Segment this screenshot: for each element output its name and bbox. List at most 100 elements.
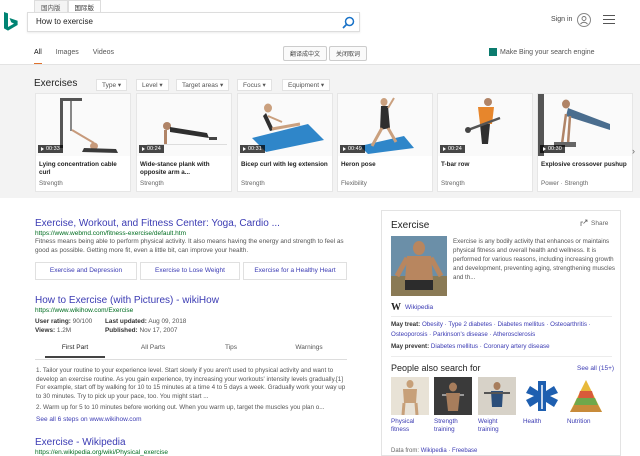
exercise-category: Strength [39,180,63,187]
result-snippet: Fitness means being able to perform phys… [35,238,344,254]
pas-see-all-link[interactable]: See all (15+) [577,365,614,372]
exercise-category: Flexibility [341,180,367,187]
views-meta: Views: 1.2M [35,327,72,334]
exercise-thumbnail: 00:30 [538,94,632,156]
filter-type[interactable]: Type [96,79,128,91]
result-url[interactable]: https://www.wikihow.com/Exercise [35,307,133,314]
kp-data-source: Data from: Wikipedia · Freebase [391,448,478,454]
pas-image [523,377,561,415]
video-duration: 00:33 [38,145,63,153]
bing-logo-icon[interactable] [3,12,19,34]
kp-source-label: Wikipedia [405,304,434,311]
exercise-card[interactable]: 00:24 T-bar row Strength [437,93,533,192]
hamburger-menu-icon[interactable] [603,15,615,25]
kp-image[interactable] [391,236,447,296]
exercise-name: Heron pose [341,161,376,168]
share-button[interactable]: Share [580,219,608,227]
data-source-links[interactable]: Wikipedia · Freebase [421,448,478,454]
kp-description: Exercise is any bodily activity that enh… [453,238,616,281]
filter-target-areas[interactable]: Target areas [176,79,230,91]
search-input[interactable] [36,17,336,26]
kp-source-link[interactable]: W Wikipedia [391,302,433,313]
video-duration: 00:24 [440,145,465,153]
filter-equipment[interactable]: Equipment [282,79,331,91]
pas-image [391,377,429,415]
kp-divider [391,356,612,357]
pas-item[interactable]: Nutrition [567,377,605,426]
exercise-card[interactable]: 00:24 Wide-stance plank with opposite ar… [136,93,232,192]
pas-label: Physical fitness [391,418,415,433]
exercise-card[interactable]: 00:30 Explosive crossover pushup Power ·… [537,93,633,192]
exercise-name: Wide-stance plank with opposite arm a... [140,161,210,176]
updated-meta: Last updated: Aug 09, 2018 [105,318,187,325]
deeplink-button[interactable]: Exercise to Lose Weight [140,262,240,280]
pas-item[interactable]: Health [523,377,561,426]
tab-videos[interactable]: Videos [93,49,114,65]
close-translate-button[interactable]: 关闭取词 [329,46,368,61]
exercise-name: Bicep curl with leg extension [241,161,328,168]
filter-level[interactable]: Level [136,79,169,91]
pas-item[interactable]: Physical fitness [391,377,429,434]
result-title[interactable]: Exercise, Workout, and Fitness Center: Y… [35,218,280,229]
carousel-next-icon[interactable]: › [632,146,635,156]
exercise-category: Power · Strength [541,180,589,187]
see-all-steps-link[interactable]: See all 6 steps on www.wikihow.com [36,416,142,423]
published-meta: Published: Nov 17, 2007 [105,327,178,334]
result-title[interactable]: Exercise - Wikipedia [35,437,126,448]
exercise-thumbnail: 00:49 [338,94,432,156]
exercise-card[interactable]: 00:49 Heron pose Flexibility [337,93,433,192]
deeplink-button[interactable]: Exercise for a Healthy Heart [243,262,347,280]
video-duration: 00:24 [139,145,164,153]
result-url[interactable]: https://www.webmd.com/fitness-exercise/d… [35,230,186,237]
share-icon [580,219,588,226]
avatar-icon[interactable] [577,13,591,27]
tab-first-part[interactable]: First Part [45,344,105,358]
tab-all-parts[interactable]: All Parts [123,344,183,356]
exercise-name: Explosive crossover pushup [541,161,627,168]
subtab-divider [35,359,347,360]
exercise-name: T-bar row [441,161,470,168]
may-treat-links[interactable]: Obesity · Type 2 diabetes · Diabetes mel… [391,321,591,338]
result-title[interactable]: How to Exercise (with Pictures) - wikiHo… [35,295,219,306]
share-label: Share [591,219,609,227]
video-duration: 00:49 [340,145,365,153]
make-default-link[interactable]: Make Bing your search engine [489,48,595,56]
exercises-title: Exercises [34,78,78,89]
sign-in-link[interactable]: Sign in [551,16,572,23]
kp-title: Exercise [391,220,430,231]
tab-images[interactable]: Images [56,49,79,65]
pas-image [567,377,605,415]
tab-all[interactable]: All [34,49,42,65]
exercise-card[interactable]: 00:33 Lying concentration cable curl Str… [35,93,131,192]
may-prevent-links[interactable]: Diabetes mellitus · Coronary artery dise… [431,343,550,350]
may-prevent-fact: May prevent: Diabetes mellitus · Coronar… [391,343,550,350]
pas-item[interactable]: Strength training [434,377,472,434]
video-duration: 00:31 [240,145,265,153]
exercise-thumbnail: 00:31 [238,94,332,156]
pas-image [434,377,472,415]
wikipedia-logo-icon: W [391,302,401,313]
people-also-search-title: People also search for [391,363,481,373]
step-text: 2. Warm up for 5 to 10 minutes before wo… [36,404,325,411]
step-text: 1. Tailor your routine to your experienc… [36,367,346,400]
make-default-label: Make Bing your search engine [500,48,595,56]
tab-warnings[interactable]: Warnings [279,344,339,356]
exercise-category: Strength [441,180,465,187]
pas-item[interactable]: Weight training [478,377,516,434]
deeplink-button[interactable]: Exercise and Depression [35,262,137,280]
scope-tabs: All Images Videos [34,49,128,65]
translate-button[interactable]: 翻译成中文 [283,46,328,61]
pas-label: Health [523,418,542,425]
result-url[interactable]: https://en.wikipedia.org/wiki/Physical_e… [35,449,168,456]
search-icon[interactable] [342,16,355,29]
exercise-card[interactable]: 00:31 Bicep curl with leg extension Stre… [237,93,333,192]
may-treat-fact: May treat: Obesity · Type 2 diabetes · D… [391,321,591,338]
exercise-thumbnail: 00:24 [137,94,231,156]
pas-label: Weight training [478,418,499,433]
exercise-thumbnail: 00:24 [438,94,532,156]
tab-tips[interactable]: Tips [201,344,261,356]
exercise-category: Strength [241,180,265,187]
video-duration: 00:30 [540,145,565,153]
filter-focus[interactable]: Focus [237,79,272,91]
bing-flag-icon [489,48,497,56]
